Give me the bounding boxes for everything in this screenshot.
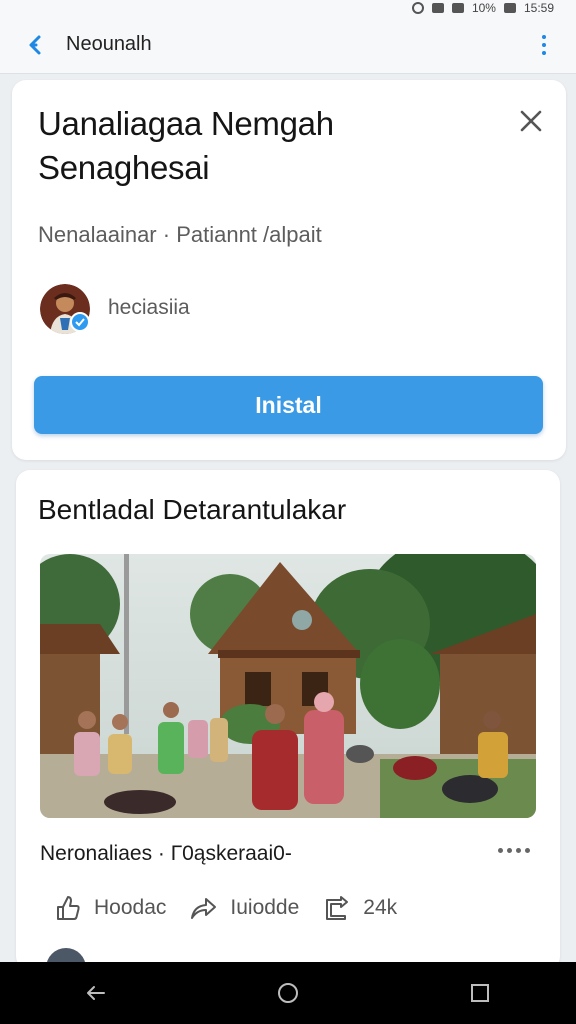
back-button[interactable] [12, 21, 60, 69]
status-bar: 10% 15:59 [0, 0, 576, 16]
close-icon [520, 110, 542, 132]
location-icon [431, 3, 444, 13]
battery-text: 10% [471, 1, 496, 15]
share-button[interactable]: Iuiodde [188, 894, 299, 922]
repost-icon [326, 896, 349, 920]
repost-button[interactable]: 24k [321, 894, 397, 922]
alarm-icon [411, 2, 424, 14]
recents-square-icon [471, 984, 489, 1002]
share-label: Iuiodde [230, 896, 300, 919]
home-circle-icon [278, 983, 298, 1003]
nav-home-button[interactable] [268, 973, 308, 1013]
clock: 15:59 [523, 1, 554, 15]
verified-icon [70, 312, 90, 332]
app-name: Uanaliagaa Nemgah Senaghesai [38, 105, 334, 186]
back-arrow-icon [29, 35, 41, 54]
battery-icon [503, 3, 516, 13]
post-card: Bentladal Detarantulakar Neronaliaes · Г… [16, 470, 560, 988]
post-caption: Neronaliaes · Г0ąskeraai0- [40, 842, 292, 865]
post-title: Bentladal Detarantulakar [38, 494, 347, 525]
nav-recents-button[interactable] [460, 973, 500, 1013]
more-vert-icon [542, 35, 546, 39]
app-bar: Neounalh [0, 16, 576, 74]
post-actions: Hoodac Iuiodde 24k [54, 894, 397, 922]
post-image[interactable] [40, 554, 536, 818]
like-label: Hoodac [94, 896, 167, 919]
install-button[interactable]: Inistal [34, 376, 543, 434]
app-install-card: Uanaliagaa Nemgah Senaghesai Nenalaainar… [12, 80, 566, 460]
nav-back-button[interactable] [76, 973, 116, 1013]
like-button[interactable]: Hoodac [54, 894, 166, 922]
system-nav-bar [0, 962, 576, 1024]
app-meta: Nenalaainar · Patiannt /alpait [38, 222, 322, 247]
repost-count: 24k [363, 896, 398, 919]
more-horiz-icon [498, 848, 503, 853]
post-options-button[interactable] [498, 848, 530, 853]
page-title: Neounalh [66, 33, 152, 55]
close-button[interactable] [518, 108, 544, 134]
overflow-menu-button[interactable] [534, 30, 554, 60]
developer-name[interactable]: heciasiia [108, 296, 190, 320]
nav-back-icon [87, 986, 105, 1000]
share-icon [191, 898, 217, 919]
signal-icon [451, 3, 464, 13]
thumbs-up-icon [57, 896, 80, 920]
